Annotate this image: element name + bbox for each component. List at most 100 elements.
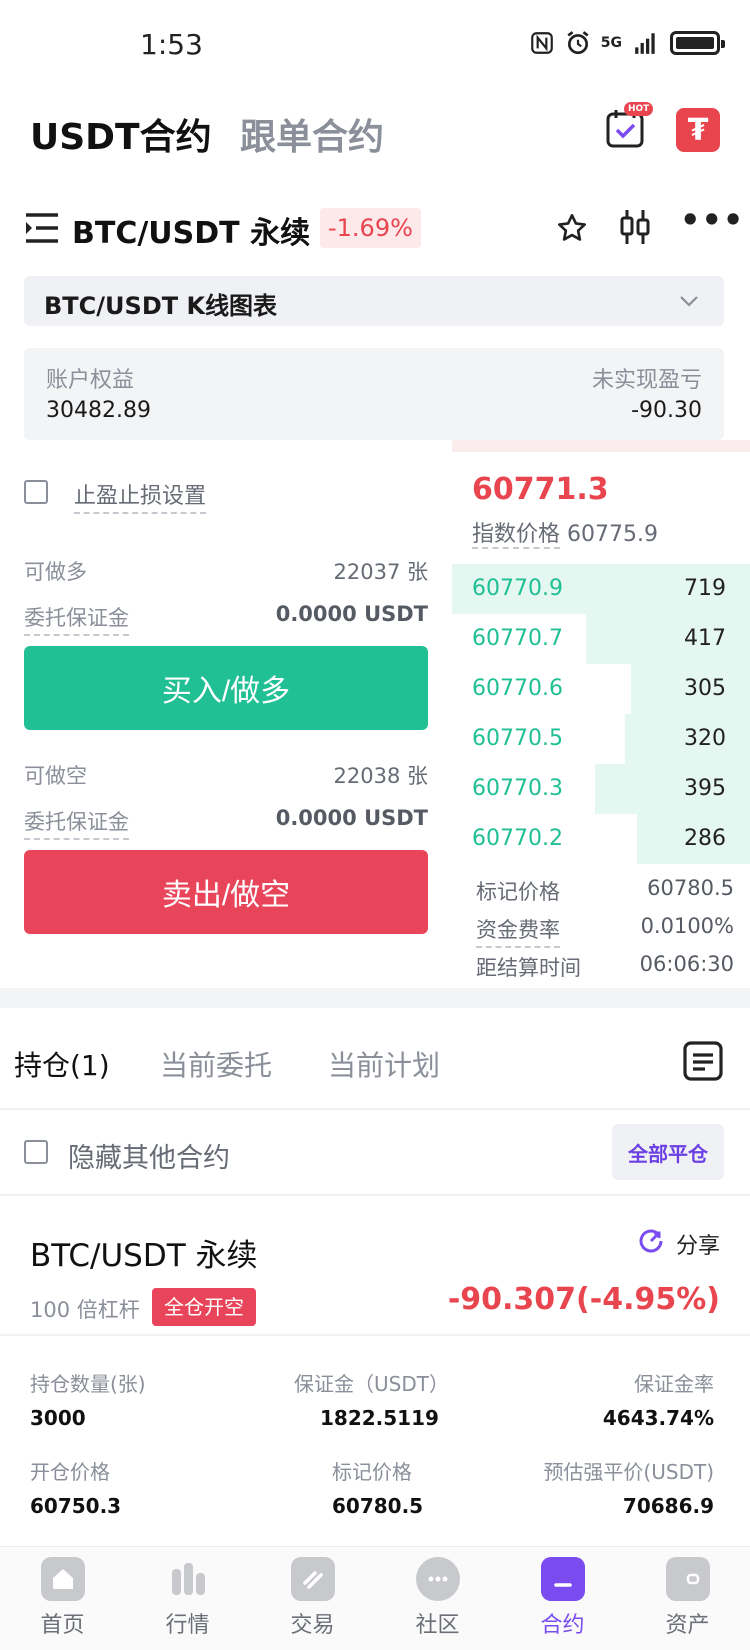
nav-home[interactable]: 首页 [0,1547,125,1650]
candlestick-icon[interactable] [618,208,652,246]
orderbook-bid-row[interactable]: 60770.3 395 [452,764,750,814]
nav-contract[interactable]: 合约 [500,1547,625,1650]
bid-price: 60770.7 [472,626,563,651]
star-icon[interactable] [556,212,588,244]
long-margin-label[interactable]: 委托保证金 [24,602,129,636]
leverage-label: 100 倍杠杆 [30,1298,140,1322]
buy-long-button[interactable]: 买入/做多 [24,646,428,730]
margin-rate-label: 保证金率 [634,1372,714,1396]
share-label[interactable]: 分享 [676,1228,720,1260]
orderbook-bid-row[interactable]: 60770.2 286 [452,814,750,864]
bid-quantity: 719 [684,576,726,601]
hot-badge: HOT [624,102,654,116]
more-icon[interactable]: ••• [680,204,743,244]
depth-bar [595,764,750,814]
unrealized-pnl-label: 未实现盈亏 [591,368,702,393]
divider [0,1194,750,1196]
pair-list-icon[interactable] [24,212,60,244]
order-history-icon[interactable] [682,1040,724,1082]
trade-icon [290,1557,335,1601]
funding-rate-label[interactable]: 资金费率 [476,914,560,948]
nav-community-label: 社区 [415,1613,460,1638]
tether-logo-icon[interactable]: ₮ [676,108,720,152]
tpsl-label[interactable]: 止盈止损设置 [74,478,207,514]
orderbook-bid-row[interactable]: 60770.6 305 [452,664,750,714]
short-margin-label[interactable]: 委托保证金 [24,806,129,840]
community-icon [415,1557,460,1601]
settlement-time-label: 距结算时间 [476,956,581,980]
position-mark-label: 标记价格 [332,1460,412,1484]
tab-open-orders[interactable]: 当前委托 [160,1044,272,1084]
nav-trade[interactable]: 交易 [250,1547,375,1650]
position-pair-name: BTC/USDT 永续 [30,1238,258,1274]
status-icons: 5G [529,30,725,56]
mark-price-value: 60780.5 [647,876,734,900]
index-price-label[interactable]: 指数价格 [472,522,561,549]
margin-label: 保证金（USDT） [294,1372,449,1396]
tpsl-checkbox[interactable] [24,480,48,504]
pair-name[interactable]: BTC/USDT 永续 [72,208,310,252]
nav-community[interactable]: 社区 [375,1547,500,1650]
section-divider [0,988,750,1008]
pair-change-badge: -1.69% [320,208,421,248]
sell-short-button[interactable]: 卖出/做空 [24,850,428,934]
qty-label: 持仓数量(张) [30,1372,146,1396]
margin-rate-value: 4643.74% [602,1406,714,1430]
chevron-down-icon [680,296,698,307]
bid-quantity: 286 [684,826,726,851]
market-icon [166,1557,210,1601]
equity-value: 30482.89 [46,398,151,423]
nav-market-label: 行情 [165,1613,210,1638]
qty-value: 3000 [30,1406,86,1430]
signal-icon [635,33,655,54]
nav-home-label: 首页 [40,1613,85,1638]
share-icon[interactable] [636,1226,666,1256]
funding-rate-value: 0.0100% [640,914,734,938]
margin-value: 1822.5119 [320,1406,439,1430]
tab-usdt-contract[interactable]: USDT合约 [30,108,212,160]
kline-dropdown[interactable]: BTC/USDT K线图表 [24,276,724,326]
hide-other-checkbox[interactable] [24,1140,48,1164]
open-price-value: 60750.3 [30,1494,122,1518]
index-price: 指数价格 60775.9 [472,516,658,549]
tab-copy-trading[interactable]: 跟单合约 [240,108,384,160]
nav-assets-label: 资产 [665,1613,710,1638]
status-time: 1:53 [140,28,203,61]
position-pnl: -90.307(-4.95%) [447,1282,720,1317]
bid-quantity: 305 [684,676,726,701]
account-summary: 账户权益 30482.89 未实现盈亏 -90.30 [24,348,724,440]
nav-assets[interactable]: 资产 [625,1547,750,1650]
unrealized-pnl-value: -90.30 [631,398,702,423]
settlement-time-value: 06:06:30 [639,952,734,976]
tab-positions[interactable]: 持仓(1) [14,1044,110,1084]
long-available-label: 可做多 [24,560,87,584]
index-price-value: 60775.9 [567,522,658,547]
bid-price: 60770.3 [472,776,563,801]
bid-quantity: 417 [684,626,726,651]
last-price: 60771.3 [472,472,609,507]
alarm-icon [567,31,589,55]
equity-label: 账户权益 [46,368,135,393]
position-mode-badge: 全仓开空 [152,1288,256,1326]
long-available-value: 22037 张 [333,560,428,584]
nav-market[interactable]: 行情 [125,1547,250,1650]
nav-contract-label: 合约 [540,1613,585,1638]
long-margin-value: 0.0000 USDT [275,602,428,626]
short-margin-value: 0.0000 USDT [275,806,428,830]
hide-other-label[interactable]: 隐藏其他合约 [68,1136,230,1175]
orderbook-bid-row[interactable]: 60770.5 320 [452,714,750,764]
home-icon [40,1557,85,1601]
orderbook-bid-row[interactable]: 60770.9 719 [452,564,750,614]
close-all-button[interactable]: 全部平仓 [612,1124,724,1180]
orderbook-bid-row[interactable]: 60770.7 417 [452,614,750,664]
bid-price: 60770.5 [472,726,563,751]
bid-quantity: 320 [684,726,726,751]
tab-plan-orders[interactable]: 当前计划 [328,1044,440,1084]
liq-price-label: 预估强平价(USDT) [543,1460,714,1484]
bid-quantity: 395 [684,776,726,801]
liq-price-value: 70686.9 [622,1494,714,1518]
network-label: 5G [600,35,622,51]
orderbook-ask-strip [452,440,750,452]
short-available-value: 22038 张 [333,764,428,788]
nfc-icon [530,32,553,54]
